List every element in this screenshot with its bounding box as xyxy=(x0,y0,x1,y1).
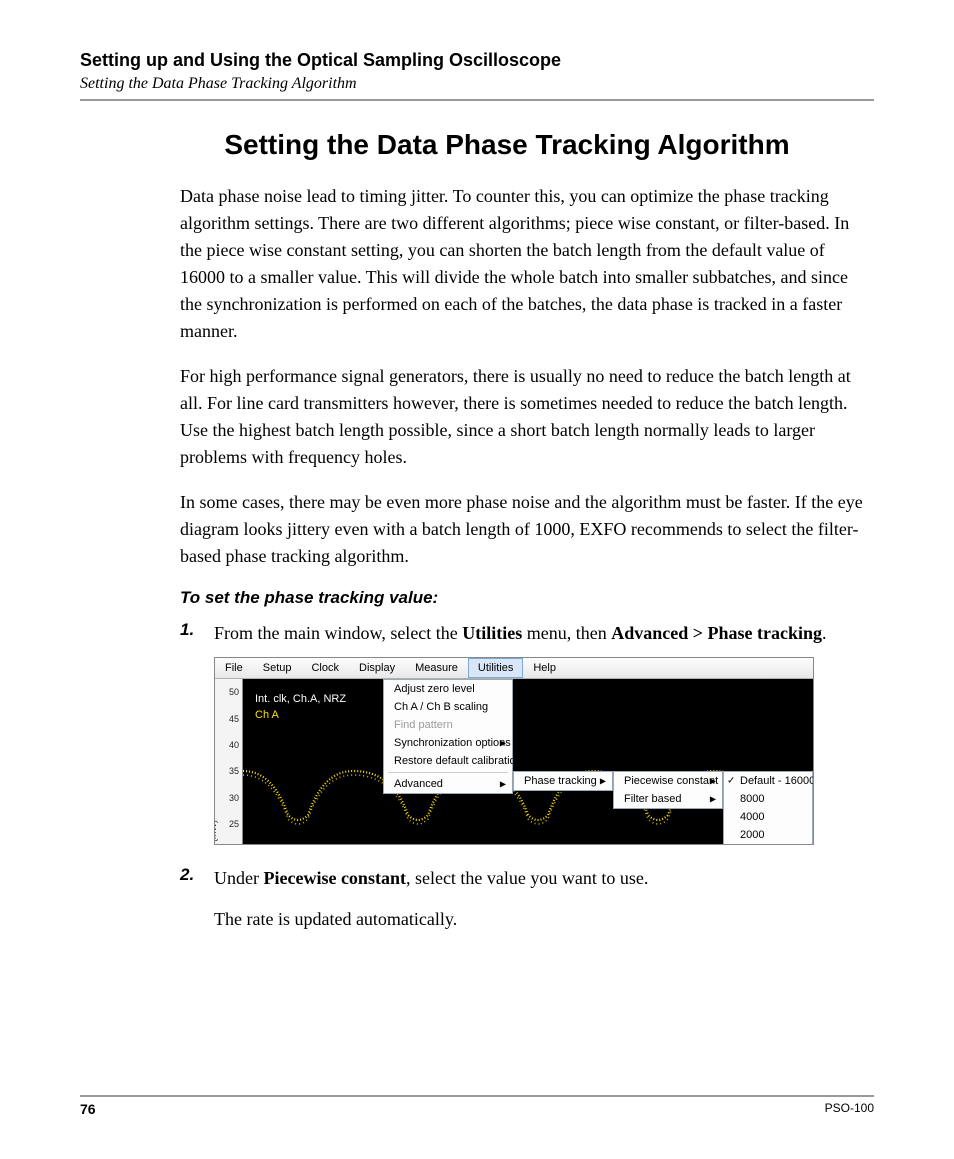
menu-clock[interactable]: Clock xyxy=(301,658,349,678)
y-tick: 50 xyxy=(229,687,239,697)
section-title: Setting the Data Phase Tracking Algorith… xyxy=(140,129,874,161)
menu-item-label: Default - 16000 xyxy=(740,775,813,787)
text: The rate is updated automatically. xyxy=(214,909,457,929)
menu-item-restore-cal[interactable]: Restore default calibration xyxy=(384,752,512,770)
menu-item-ch-scaling[interactable]: Ch A / Ch B scaling xyxy=(384,698,512,716)
step-item: 1. From the main window, select the Util… xyxy=(180,620,864,647)
header-rule xyxy=(80,99,874,101)
menu-item-4000[interactable]: 4000 xyxy=(724,808,812,826)
check-icon: ✓ xyxy=(727,776,735,787)
y-tick: 40 xyxy=(229,740,239,750)
y-axis: 50 45 40 35 30 25 (mW) xyxy=(215,679,243,844)
application-screenshot: File Setup Clock Display Measure Utiliti… xyxy=(214,657,814,845)
y-tick: 45 xyxy=(229,714,239,724)
step-text: Under Piecewise constant, select the val… xyxy=(214,865,648,933)
menu-file[interactable]: File xyxy=(215,658,253,678)
menu-setup[interactable]: Setup xyxy=(253,658,302,678)
body-column: Data phase noise lead to timing jitter. … xyxy=(180,183,864,933)
menu-item-label: Synchronization options xyxy=(394,737,511,749)
y-tick: 25 xyxy=(229,819,239,829)
advanced-submenu: Phase tracking▶ xyxy=(513,771,613,791)
phase-tracking-submenu: Piecewise constant▶ Filter based▶ xyxy=(613,771,723,809)
menu-display[interactable]: Display xyxy=(349,658,405,678)
menu-item-adjust-zero[interactable]: Adjust zero level xyxy=(384,680,512,698)
menu-item-label: Piecewise constant xyxy=(624,775,718,787)
menu-item-phase-tracking[interactable]: Phase tracking▶ xyxy=(514,772,612,790)
text: Under xyxy=(214,868,263,888)
submenu-arrow-icon: ▶ xyxy=(710,777,716,786)
menu-measure[interactable]: Measure xyxy=(405,658,468,678)
menu-item-label: Filter based xyxy=(624,793,681,805)
y-axis-unit: (mW) xyxy=(215,820,218,842)
menubar: File Setup Clock Display Measure Utiliti… xyxy=(215,658,813,679)
body-paragraph: Data phase noise lead to timing jitter. … xyxy=(180,183,864,345)
page-number: 76 xyxy=(80,1101,96,1117)
page-footer: 76 PSO-100 xyxy=(80,1095,874,1117)
piecewise-submenu: ✓Default - 16000 8000 4000 2000 1000 xyxy=(723,771,813,844)
menu-item-8000[interactable]: 8000 xyxy=(724,790,812,808)
submenu-arrow-icon: ▶ xyxy=(710,795,716,804)
body-paragraph: For high performance signal generators, … xyxy=(180,363,864,471)
submenu-arrow-icon: ▶ xyxy=(600,777,606,786)
menu-utilities[interactable]: Utilities xyxy=(468,658,523,678)
trace-info-label: Int. clk, Ch.A, NRZ xyxy=(255,693,346,705)
y-tick: 35 xyxy=(229,766,239,776)
body-paragraph: In some cases, there may be even more ph… xyxy=(180,489,864,570)
procedure-steps: 1. From the main window, select the Util… xyxy=(180,620,864,933)
footer-rule xyxy=(80,1095,874,1097)
channel-label: Ch A xyxy=(255,709,279,721)
text: . xyxy=(822,623,827,643)
menu-item-find-pattern: Find pattern xyxy=(384,716,512,734)
procedure-heading: To set the phase tracking value: xyxy=(180,588,864,608)
menu-item-label: Advanced xyxy=(394,778,443,790)
step-number: 1. xyxy=(180,620,214,647)
y-tick: 30 xyxy=(229,793,239,803)
text: From the main window, select the xyxy=(214,623,462,643)
text: menu, then xyxy=(522,623,611,643)
step-item: 2. Under Piecewise constant, select the … xyxy=(180,865,864,933)
document-id: PSO-100 xyxy=(825,1101,874,1117)
menu-item-default-16000[interactable]: ✓ Default - 16000 xyxy=(724,772,812,790)
menu-separator xyxy=(388,772,508,773)
menu-item-piecewise-constant[interactable]: Piecewise constant▶ xyxy=(614,772,722,790)
running-header-title: Setting up and Using the Optical Samplin… xyxy=(80,50,874,71)
menu-item-label: Phase tracking xyxy=(524,775,597,787)
ui-ref: Advanced > Phase tracking xyxy=(611,623,822,643)
ui-ref: Utilities xyxy=(462,623,522,643)
step-text: From the main window, select the Utiliti… xyxy=(214,620,827,647)
menu-item-2000[interactable]: 2000 xyxy=(724,826,812,844)
running-header-subtitle: Setting the Data Phase Tracking Algorith… xyxy=(80,75,874,93)
utilities-dropdown: Adjust zero level Ch A / Ch B scaling Fi… xyxy=(383,679,513,794)
submenu-arrow-icon: ▶ xyxy=(500,780,506,789)
menu-item-filter-based[interactable]: Filter based ▶ xyxy=(614,790,722,808)
menu-item-advanced[interactable]: Advanced ▶ xyxy=(384,775,512,793)
submenu-arrow-icon: ▶ xyxy=(500,739,506,748)
menu-help[interactable]: Help xyxy=(523,658,566,678)
oscilloscope-plot: 50 45 40 35 30 25 (mW) Int. clk, Ch.A, N… xyxy=(215,679,813,844)
ui-ref: Piecewise constant xyxy=(263,868,405,888)
text: , select the value you want to use. xyxy=(406,868,648,888)
menu-item-sync-options[interactable]: Synchronization options▶ xyxy=(384,734,512,752)
step-number: 2. xyxy=(180,865,214,933)
